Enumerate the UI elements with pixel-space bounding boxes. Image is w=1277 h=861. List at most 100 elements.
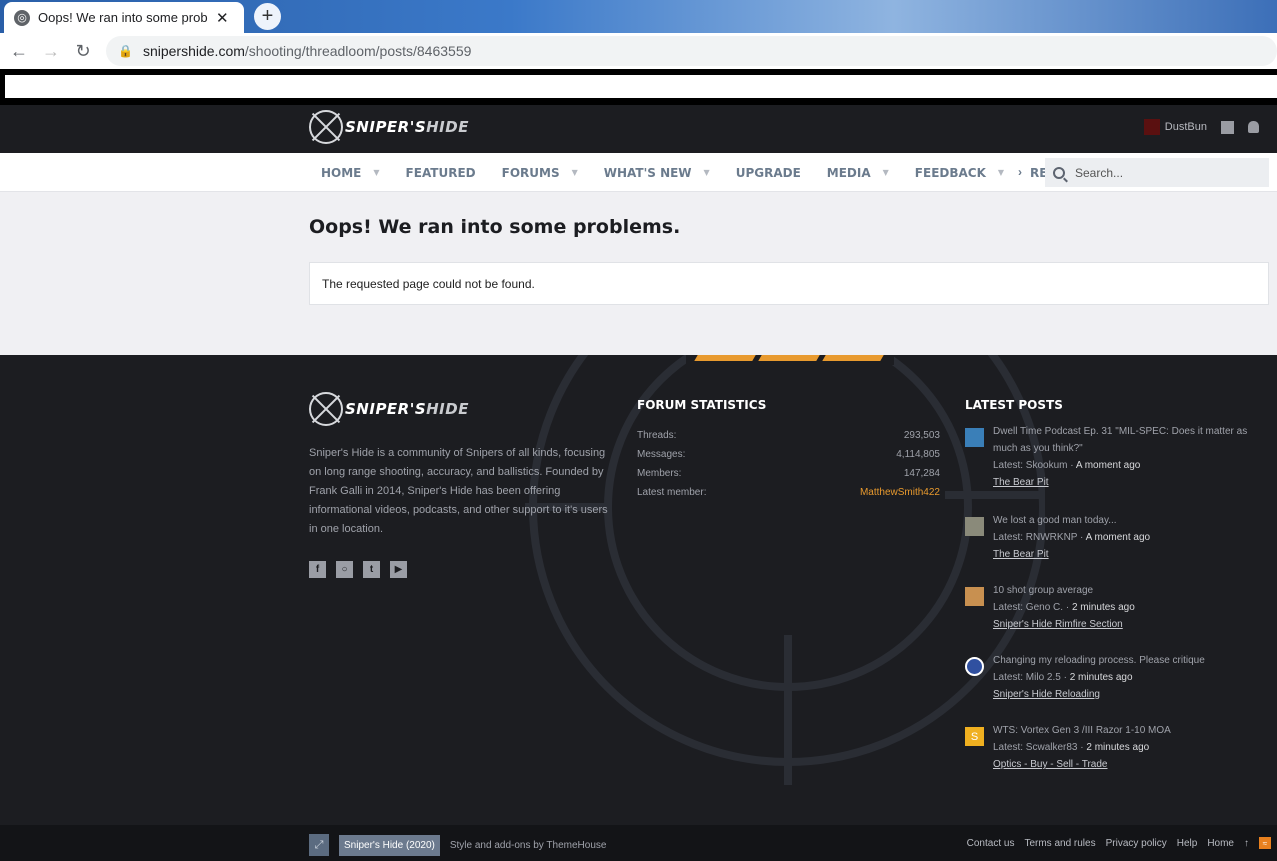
site-logo[interactable]: SNIPER'SHIDE: [309, 110, 469, 144]
chevron-down-icon[interactable]: ▼: [998, 168, 1004, 177]
nav-scroll-right-icon[interactable]: ›: [1018, 165, 1022, 179]
search-box[interactable]: [1045, 158, 1269, 187]
logo-text-main: SNIPER'S: [345, 400, 427, 418]
nav-items: HOME ▼ FEATURED FORUMS ▼ WHAT'S NEW ▼ UPGRA…: [321, 153, 1155, 192]
expand-width-icon[interactable]: ⤢: [309, 834, 329, 856]
forward-arrow-icon[interactable]: →: [35, 41, 67, 62]
post-forum-link[interactable]: Sniper's Hide Rimfire Section: [993, 616, 1258, 633]
nav-item-media[interactable]: MEDIA ▼: [827, 166, 889, 180]
home-link[interactable]: Home: [1207, 838, 1234, 849]
user-account-link[interactable]: DustBun: [1143, 119, 1207, 135]
post-latest: Latest: Skookum ·: [993, 460, 1076, 471]
stat-value: 4,114,805: [896, 449, 940, 460]
footer-bar: ⤢ Sniper's Hide (2020) Style and add-ons…: [0, 825, 1277, 861]
terms-link[interactable]: Terms and rules: [1024, 838, 1095, 849]
stat-value: 293,503: [903, 430, 940, 441]
new-tab-button[interactable]: +: [254, 3, 281, 30]
nav-item-home[interactable]: HOME ▼: [321, 166, 380, 180]
reload-icon[interactable]: ↻: [67, 41, 99, 62]
post-time: A moment ago: [1075, 460, 1141, 471]
bell-icon[interactable]: [1248, 121, 1259, 133]
nav-label: FORUMS: [501, 165, 560, 180]
stat-messages: Messages: 4,114,805: [637, 449, 940, 468]
list-item: We lost a good man today... Latest: RNWR…: [965, 512, 1265, 582]
post-latest: Latest: Scwalker83 ·: [993, 742, 1087, 753]
arrow-up-icon[interactable]: ↑: [1244, 838, 1249, 849]
help-link[interactable]: Help: [1177, 838, 1198, 849]
address-bar[interactable]: 🔒 snipershide.com/shooting/threadloom/po…: [106, 36, 1277, 66]
youtube-icon[interactable]: ▶: [390, 561, 407, 578]
list-item: 10 shot group average Latest: Geno C. · …: [965, 582, 1265, 652]
chevron-down-icon[interactable]: ▼: [883, 168, 889, 177]
site-footer: SNIPER'SHIDE Sniper's Hide is a communit…: [0, 355, 1277, 825]
nav-item-feedback[interactable]: FEEDBACK ▼: [915, 166, 1004, 180]
banner-strip: [5, 75, 1277, 98]
nav-label: HOME: [321, 165, 362, 180]
logo-text: SNIPER'SHIDE: [345, 118, 469, 136]
envelope-icon[interactable]: [1221, 120, 1234, 134]
avatar[interactable]: [965, 657, 984, 676]
stat-value: 147,284: [903, 468, 940, 479]
stat-threads: Threads: 293,503: [637, 430, 940, 449]
facebook-icon[interactable]: f: [309, 561, 326, 578]
back-arrow-icon[interactable]: ←: [3, 41, 35, 62]
tab-title: Oops! We ran into some problems.: [38, 10, 208, 25]
post-title-link[interactable]: Dwell Time Podcast Ep. 31 "MIL-SPEC: Doe…: [993, 423, 1258, 457]
browser-toolbar: ← → ↻ 🔒 snipershide.com/shooting/threadl…: [0, 33, 1277, 69]
nav-item-whats-new[interactable]: WHAT'S NEW ▼: [604, 166, 710, 180]
chevron-down-icon[interactable]: ▼: [572, 168, 578, 177]
style-chooser-button[interactable]: Sniper's Hide (2020): [339, 834, 440, 856]
stat-label: Messages:: [637, 449, 686, 460]
logo-text: SNIPER'SHIDE: [345, 400, 469, 418]
post-time: A moment ago: [1085, 532, 1151, 543]
footer-links: Contact us Terms and rules Privacy polic…: [967, 837, 1271, 849]
latest-posts: LATEST POSTS Dwell Time Podcast Ep. 31 "…: [965, 398, 1265, 782]
browser-tab[interactable]: ◎ Oops! We ran into some problems. ✕: [4, 2, 244, 33]
rss-icon[interactable]: ≈: [1259, 837, 1271, 849]
footer-logo[interactable]: SNIPER'SHIDE: [309, 392, 609, 426]
stat-label: Latest member:: [637, 487, 707, 498]
post-title-link[interactable]: We lost a good man today...: [993, 512, 1258, 529]
post-title-link[interactable]: WTS: Vortex Gen 3 /III Razor 1-10 MOA: [993, 722, 1258, 739]
crosshair-logo-icon: [309, 110, 343, 144]
nav-item-upgrade[interactable]: UPGRADE: [736, 166, 801, 180]
post-forum-link[interactable]: Optics - Buy - Sell - Trade: [993, 756, 1258, 773]
nav-label: WHAT'S NEW: [603, 165, 692, 180]
post-forum-link[interactable]: The Bear Pit: [993, 546, 1258, 563]
avatar[interactable]: S: [965, 727, 984, 746]
instagram-icon[interactable]: ○: [336, 561, 353, 578]
post-forum-link[interactable]: The Bear Pit: [993, 474, 1258, 491]
close-tab-icon[interactable]: ✕: [216, 9, 229, 27]
post-title-link[interactable]: 10 shot group average: [993, 582, 1258, 599]
search-input[interactable]: [1075, 165, 1255, 180]
error-message: The requested page could not be found.: [309, 262, 1269, 305]
page-title: Oops! We ran into some problems.: [309, 216, 681, 238]
avatar[interactable]: [965, 428, 984, 447]
logo-text-hide: HIDE: [426, 118, 469, 136]
footer-bar-left: ⤢ Sniper's Hide (2020) Style and add-ons…: [309, 834, 606, 856]
stat-members: Members: 147,284: [637, 468, 940, 487]
stat-label: Threads:: [637, 430, 677, 441]
privacy-link[interactable]: Privacy policy: [1106, 838, 1167, 849]
post-forum-link[interactable]: Sniper's Hide Reloading: [993, 686, 1258, 703]
latest-member-link[interactable]: MatthewSmith422: [860, 487, 940, 506]
user-menu: DustBun: [1143, 119, 1259, 135]
avatar[interactable]: [965, 587, 984, 606]
forum-statistics: FORUM STATISTICS Threads: 293,503 Message…: [637, 398, 940, 506]
nav-item-featured[interactable]: FEATURED: [406, 166, 476, 180]
list-item: Dwell Time Podcast Ep. 31 "MIL-SPEC: Doe…: [965, 423, 1265, 512]
globe-icon: ◎: [14, 9, 30, 26]
nav-item-forums[interactable]: FORUMS ▼: [502, 166, 578, 180]
search-icon: [1053, 166, 1065, 179]
url-domain: snipershide.com: [142, 43, 245, 59]
post-meta: Latest: Milo 2.5 · 2 minutes ago: [993, 669, 1258, 686]
avatar[interactable]: [965, 517, 984, 536]
post-title-link[interactable]: Changing my reloading process. Please cr…: [993, 652, 1258, 669]
chevron-down-icon[interactable]: ▼: [704, 168, 710, 177]
post-meta: Latest: Scwalker83 · 2 minutes ago: [993, 739, 1258, 756]
chevron-down-icon[interactable]: ▼: [373, 168, 379, 177]
contact-us-link[interactable]: Contact us: [967, 838, 1015, 849]
post-meta: Latest: RNWRKNP · A moment ago: [993, 529, 1258, 546]
lock-icon: 🔒: [118, 44, 133, 58]
twitter-icon[interactable]: t: [363, 561, 380, 578]
